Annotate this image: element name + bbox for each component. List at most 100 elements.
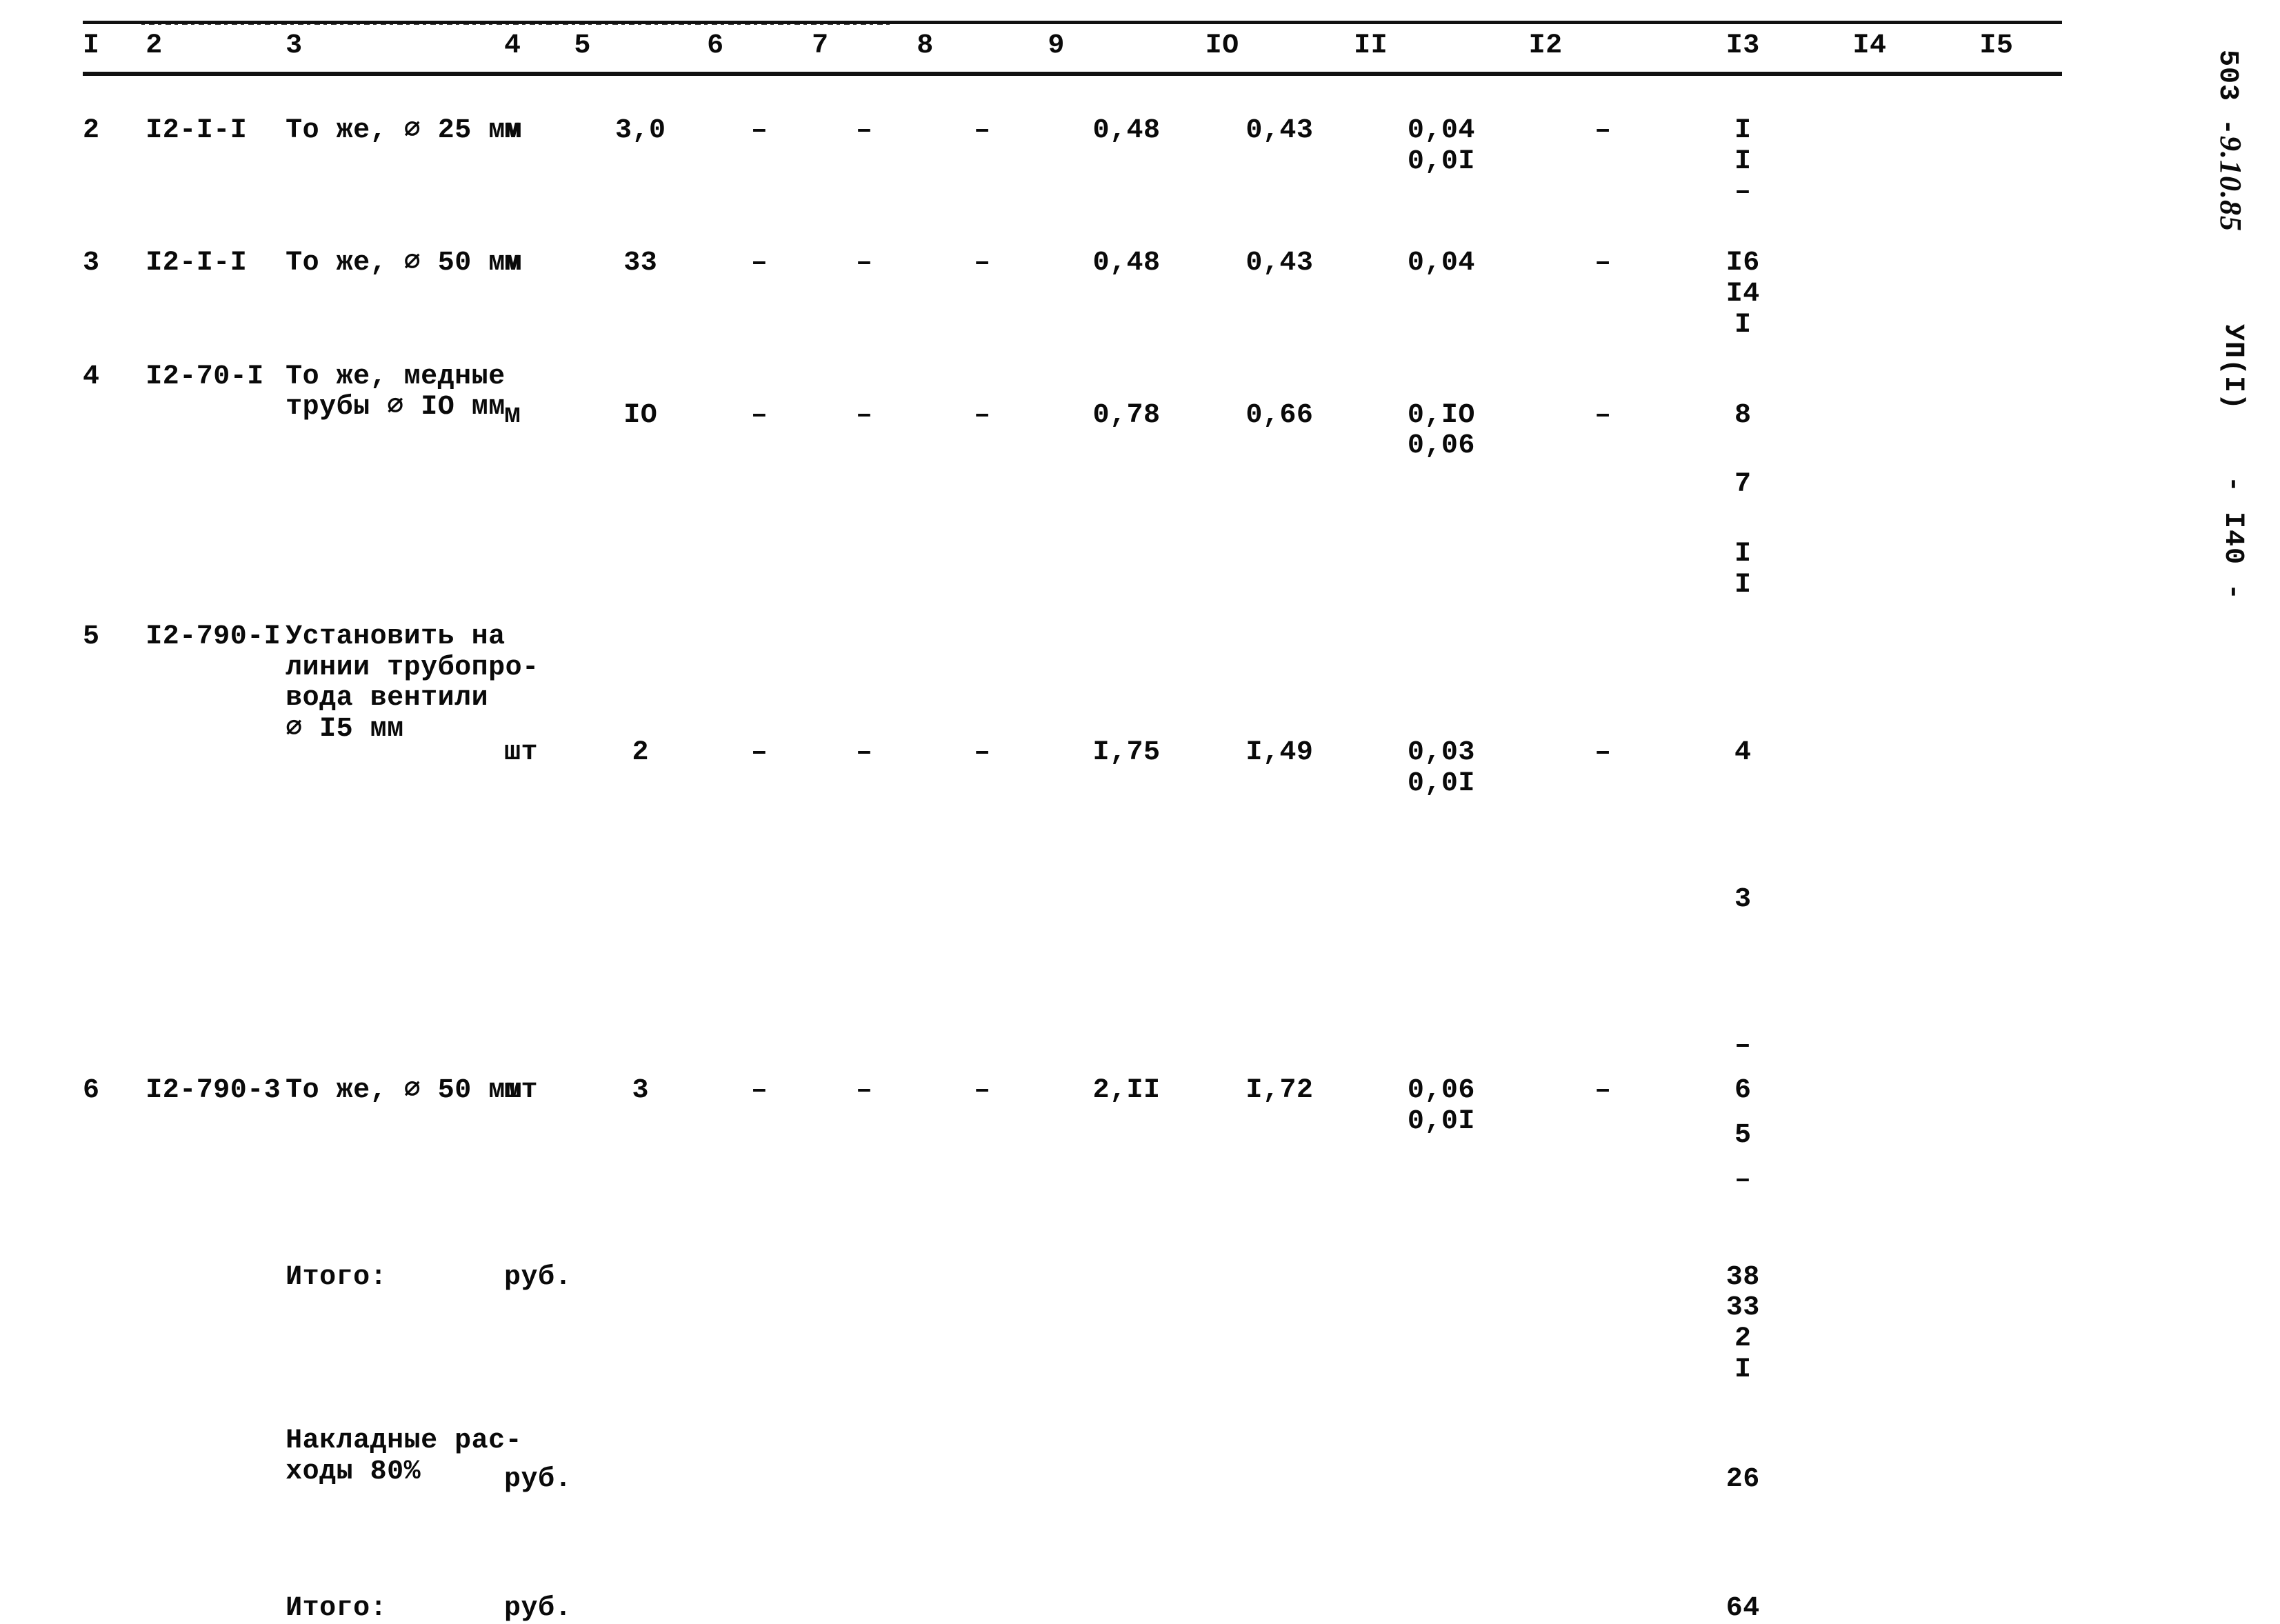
row-col13: I	[1677, 114, 1808, 147]
row-col14: 7	[1677, 431, 1808, 501]
row-col15: I	[1677, 310, 1808, 341]
col15-line: –	[1734, 177, 1752, 208]
row-col13: I6	[1677, 248, 1808, 279]
row-col11: 0,03 0,0I	[1354, 622, 1529, 800]
col13-line: 6	[1734, 1075, 1752, 1107]
row-col12: –	[1594, 399, 1612, 431]
col13-line: I	[1734, 114, 1752, 146]
col15-line: –	[1734, 1164, 1752, 1196]
summary-label-line: Итого:	[286, 1592, 388, 1624]
col11-line: 0,IO	[1407, 399, 1475, 431]
summary-col13: 38	[1677, 1262, 1808, 1294]
row-number: 5	[83, 621, 100, 652]
desc-line: трубы ⌀ IO мм	[286, 392, 506, 423]
col11-line: 0,04	[1407, 248, 1475, 279]
row-unit: м	[503, 114, 521, 146]
row-col10: 0,43	[1246, 248, 1314, 279]
table-row: 3 I2-I-I То же, ⌀ 50 мм м 33 – – – 0,48 …	[83, 248, 2062, 341]
summary-col14: 33	[1677, 1293, 1808, 1324]
col14-line: 7	[1734, 469, 1752, 501]
column-header-2: 2	[146, 20, 286, 76]
drawing-code-handwritten: 9.10.85	[2214, 136, 2248, 232]
row-col9: I,75	[1092, 736, 1161, 768]
col14-line: 3	[1734, 883, 1752, 915]
row-col13: 4	[1677, 622, 1808, 769]
row-col8: –	[974, 114, 991, 146]
summary-unit: руб.	[503, 1261, 572, 1293]
row-col12: –	[1594, 248, 1612, 279]
side-margin-marks: 503 -9.10.85 УП(I) - I40 -	[2143, 0, 2274, 896]
row-number: 4	[83, 361, 100, 392]
col11-line: 0,0I	[1407, 768, 1475, 799]
summary-label: Итого:	[286, 1262, 504, 1386]
column-header-8: 8	[917, 20, 1048, 76]
row-col14: I	[1677, 146, 1808, 178]
row-code: I2-790-3	[146, 1075, 281, 1107]
row-unit: м	[503, 248, 521, 279]
row-code: I2-70-I	[146, 361, 264, 392]
row-col13: 6	[1677, 1062, 1808, 1107]
summary-row-total-2: Итого: руб. 64	[83, 1592, 2062, 1624]
row-col11: 0,04 0,0I	[1354, 115, 1529, 178]
row-col12: –	[1594, 736, 1612, 768]
summary-unit: руб.	[503, 1592, 572, 1624]
col15-line: –	[1734, 1030, 1752, 1062]
summary-col15	[1677, 1534, 1808, 1573]
summary-col14-line: 33	[1726, 1292, 1760, 1324]
row-unit: шт	[503, 1075, 538, 1107]
row-number: 6	[83, 1075, 100, 1107]
row-col10: I,72	[1246, 1075, 1314, 1107]
row-code: I2-I-I	[146, 248, 248, 279]
row-col5: 3	[632, 1075, 649, 1107]
desc-line: То же, ⌀ 25 мм	[286, 114, 523, 146]
col11-line: 0,06	[1407, 430, 1475, 462]
col13-line: I6	[1726, 248, 1760, 279]
page-number-mark: - I40 -	[2217, 476, 2248, 602]
row-description: То же, медные трубы ⌀ IO мм	[286, 361, 506, 601]
row-col12: –	[1594, 1075, 1612, 1107]
col11-line: 0,06	[1407, 1075, 1475, 1107]
desc-line: Установить на	[286, 621, 506, 652]
desc-line: ⌀ I5 мм	[286, 714, 404, 745]
row-col9: 0,48	[1092, 114, 1161, 146]
spacer-row	[83, 74, 2062, 116]
column-header-11: II	[1354, 20, 1529, 76]
col14-line: I4	[1726, 278, 1760, 310]
row-col7: –	[855, 736, 873, 768]
table-row: 6 I2-790-3 То же, ⌀ 50 мм шт 3 – – – 2,I…	[83, 1062, 2062, 1196]
row-col10: I,49	[1246, 736, 1314, 768]
row-col6: –	[750, 399, 768, 431]
row-col15: –	[1677, 177, 1808, 208]
row-col11: 0,04	[1354, 248, 1529, 279]
table-row: 2 I2-I-I То же, ⌀ 25 мм м 3,0 – – – 0,48…	[83, 114, 2062, 208]
row-col6: –	[750, 114, 768, 146]
row-col15: I I	[1677, 501, 1808, 601]
summary-row-total-1: Итого: руб. 38 33 2 I	[83, 1261, 2062, 1386]
col15-line: I	[1734, 309, 1752, 341]
row-col14: 3	[1677, 769, 1808, 916]
summary-col15-line: I	[1734, 1354, 1752, 1385]
row-col6: –	[750, 736, 768, 768]
column-header-10: IO	[1205, 20, 1354, 76]
row-unit: шт	[503, 736, 538, 768]
column-header-4: 4	[503, 20, 574, 76]
table-header-row: I 2 3 4 5 6 7 8 9 IO II I2 I3 I4 I5	[83, 20, 2062, 76]
desc-line: То же, ⌀ 50 мм	[286, 1075, 523, 1107]
row-col14: 5	[1677, 1107, 1808, 1152]
column-header-5: 5	[574, 20, 708, 76]
row-col8: –	[974, 736, 991, 768]
column-header-7: 7	[812, 20, 917, 76]
row-number: 2	[83, 114, 100, 146]
row-col7: –	[855, 399, 873, 431]
summary-label-line: ходы 80%	[286, 1456, 421, 1487]
estimate-table-container: I 2 3 4 5 6 7 8 9 IO II I2 I3 I4 I5 2 I2…	[83, 20, 2062, 1624]
summary-label: Накладные рас- ходы 80%	[286, 1425, 522, 1573]
row-col9: 2,II	[1092, 1075, 1161, 1107]
row-code: I2-I-I	[146, 114, 248, 146]
row-col11: 0,IO 0,06	[1354, 362, 1529, 463]
spacer-row	[83, 1573, 2062, 1594]
spacer-row	[83, 1386, 2062, 1426]
row-col9: 0,78	[1092, 399, 1161, 431]
spacer-row	[83, 341, 2062, 362]
row-description: Установить на линии трубопро- вода венти…	[286, 621, 539, 1062]
